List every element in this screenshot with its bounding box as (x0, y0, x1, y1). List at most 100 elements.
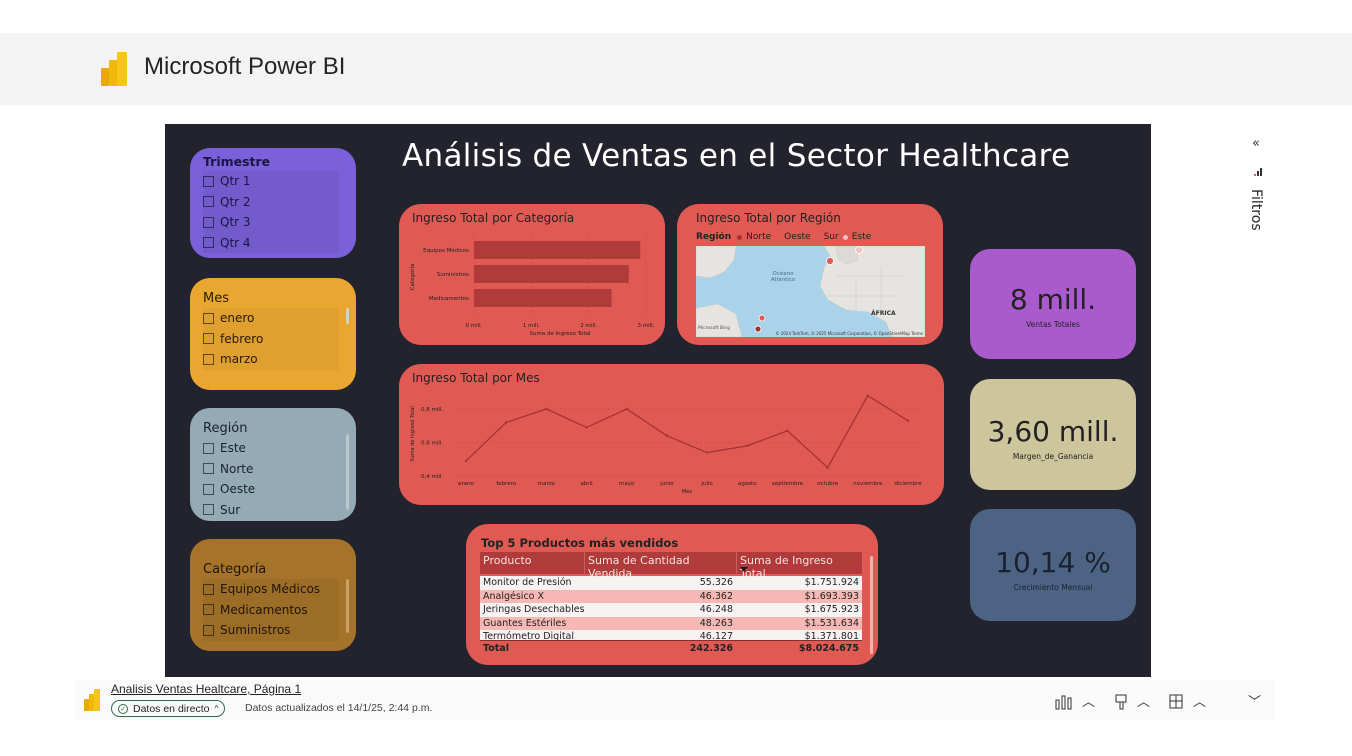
line-chart-mes[interactable]: 0,4 mill. 0,6 mill. 0,8 mill. enero febrero m… (399, 364, 944, 505)
chart-card-mes: Ingreso Total por Mes 0,4 mill. 0,6 mill.… (399, 364, 944, 505)
data-point[interactable] (625, 407, 628, 411)
slicer-option[interactable]: febrero (203, 328, 339, 349)
data-point[interactable] (826, 466, 829, 469)
scrollbar[interactable] (346, 434, 349, 510)
live-data-badge[interactable]: ✓ Datos en directo ^ (111, 700, 226, 717)
visuals-icon[interactable] (1055, 694, 1075, 710)
legend-item[interactable]: Norte (746, 232, 771, 242)
total-quantity: 242.326 (689, 642, 733, 654)
data-point[interactable] (786, 429, 789, 432)
checkbox[interactable] (203, 463, 214, 475)
chevron-up-icon[interactable]: ︿ (1193, 691, 1206, 710)
checkbox[interactable] (203, 353, 214, 365)
x-tick-label: 1 mill. (523, 323, 540, 329)
table-row[interactable]: Jeringas Desechables 46.248 $1.675.923 (480, 603, 862, 617)
slicer-option[interactable]: Medicamentos (203, 599, 339, 620)
add-page-icon[interactable] (1169, 694, 1185, 710)
slicer-option[interactable]: Qtr 1 (203, 171, 339, 192)
series-line[interactable] (465, 394, 909, 469)
slicer-option[interactable]: Equipos Médicos (203, 579, 339, 600)
live-label: Datos en directo (133, 702, 210, 715)
column-header[interactable]: Suma de Ingreso Total (736, 552, 862, 580)
slicer-option[interactable]: enero (203, 308, 339, 329)
table-cell: Analgésico X (483, 590, 545, 602)
kpi-value: 10,14 % (995, 546, 1111, 579)
legend-title: Región (696, 232, 732, 242)
x-tick-label: marzo (538, 481, 556, 487)
checkbox[interactable] (203, 216, 214, 228)
option-label: Este (220, 441, 246, 456)
slicer-option[interactable]: Oeste (203, 479, 339, 500)
checkbox[interactable] (203, 175, 214, 187)
option-label: Qtr 2 (220, 194, 251, 209)
slicer-region: Región Este Norte Oeste Sur (190, 408, 356, 521)
sort-arrow-icon[interactable] (740, 567, 748, 572)
chevron-up-icon[interactable]: ︿ (1137, 691, 1150, 710)
updated-text: Datos actualizados el 14/1/25, 2:44 p.m. (245, 702, 433, 714)
chevron-down-icon[interactable]: ﹀ (1248, 691, 1261, 710)
scrollbar[interactable] (346, 308, 349, 324)
bar[interactable] (474, 265, 629, 283)
checkbox[interactable] (203, 624, 214, 636)
table-cell: $1.531.634 (804, 617, 859, 629)
data-point[interactable] (585, 426, 588, 429)
data-point[interactable] (866, 394, 870, 397)
checkbox[interactable] (203, 483, 214, 495)
column-header[interactable]: Producto (480, 552, 584, 574)
checkbox[interactable] (203, 442, 214, 454)
chart-card-categoria: Ingreso Total por Categoría 0 mill. 1 mil… (399, 204, 665, 345)
report-link[interactable]: Analisis Ventas Healtcare, Página 1 (111, 682, 301, 696)
slicer-option[interactable]: Suministros (203, 620, 339, 641)
legend-item[interactable]: Este (852, 232, 871, 242)
x-tick-label: enero (458, 481, 474, 487)
data-point[interactable] (705, 451, 709, 454)
data-point[interactable] (504, 421, 508, 424)
slicer-option[interactable]: Sur (203, 500, 339, 521)
slicer-option[interactable]: Este (203, 438, 339, 459)
slicer-title: Categoría (203, 562, 267, 577)
bar[interactable] (474, 241, 641, 259)
checkbox[interactable] (203, 604, 214, 616)
checkbox[interactable] (203, 312, 214, 324)
checkbox[interactable] (203, 583, 214, 595)
paint-brush-icon[interactable] (1114, 694, 1128, 710)
data-point[interactable] (464, 459, 468, 463)
data-point[interactable] (665, 434, 669, 437)
collapse-icon[interactable]: « (1252, 136, 1260, 151)
x-tick-label: octubre (817, 481, 839, 487)
y-axis-label: Suma de Ingreso Total (410, 406, 416, 461)
filters-label[interactable]: Filtros (1248, 189, 1264, 231)
table-row[interactable]: Monitor de Presión 55.326 $1.751.924 (480, 576, 862, 590)
table-cell: $1.675.923 (804, 604, 859, 616)
filters-pane[interactable]: « Filtros (1244, 136, 1272, 246)
chevron-up-icon[interactable]: ︿ (1082, 691, 1095, 710)
map-view[interactable]: Océano Atlántico ÁFRICA Microsoft Bing ©… (696, 246, 925, 337)
column-header[interactable]: Suma de Cantidad Vendida (584, 552, 736, 580)
legend-item[interactable]: Sur (824, 232, 839, 242)
table-cell: 46.127 (699, 631, 733, 640)
table-row[interactable]: Analgésico X 46.362 $1.693.393 (480, 589, 862, 603)
data-point[interactable] (746, 444, 749, 448)
table-row[interactable]: Termómetro Digital 46.127 $1.371.801 (480, 630, 862, 640)
slicer-option[interactable]: Qtr 2 (203, 191, 339, 212)
data-point[interactable] (545, 407, 548, 411)
table-row[interactable]: Guantes Estériles 48.263 $1.531.634 (480, 616, 862, 630)
table-scrollbar[interactable] (870, 556, 873, 654)
bar-chart-categoria[interactable]: 0 mill. 1 mill. 2 mill. 3 mill. Equipos Médi… (399, 204, 665, 345)
kpi-crecimiento: 10,14 % Crecimiento Mensual (970, 509, 1136, 621)
bar[interactable] (474, 289, 612, 307)
slicer-option[interactable]: Qtr 4 (203, 232, 339, 253)
ocean-label: Océano Atlántico (770, 271, 796, 283)
slicer-option[interactable]: marzo (203, 349, 339, 370)
slicer-categoria: Categoría Equipos Médicos Medicamentos S… (190, 539, 356, 651)
slicer-option[interactable]: Norte (203, 459, 339, 480)
scrollbar[interactable] (346, 579, 349, 633)
checkbox[interactable] (203, 237, 214, 249)
data-point[interactable] (906, 419, 910, 422)
checkbox[interactable] (203, 333, 214, 345)
slicer-option[interactable]: Qtr 3 (203, 212, 339, 233)
checkbox[interactable] (203, 196, 214, 208)
checkbox[interactable] (203, 504, 214, 516)
kpi-margen: 3,60 mill. Margen_de_Ganancia (970, 379, 1136, 490)
legend-item[interactable]: Oeste (784, 232, 810, 242)
